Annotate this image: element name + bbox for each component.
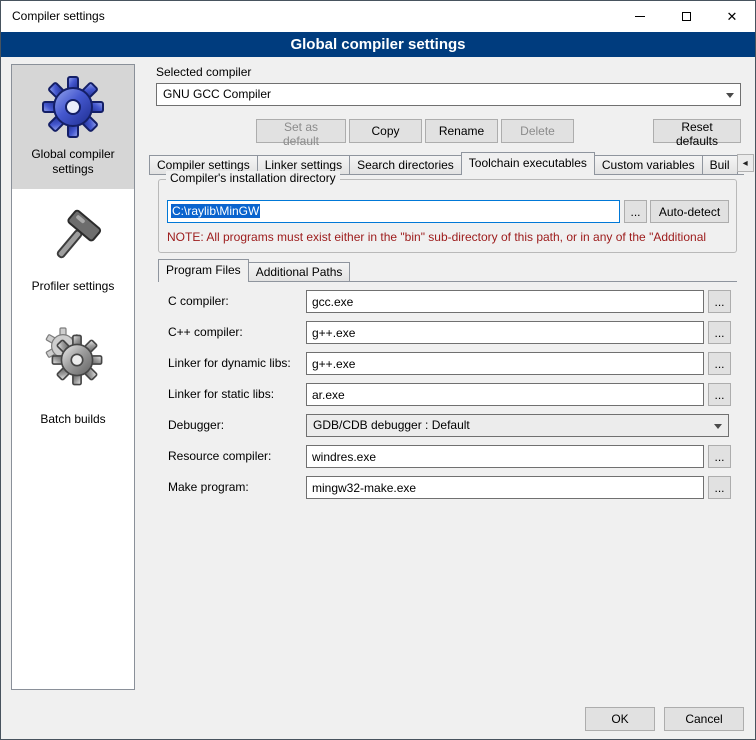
field-row-dynamic-linker: Linker for dynamic libs: ... (168, 352, 729, 375)
maximize-icon (682, 12, 691, 21)
c-compiler-browse-button[interactable]: ... (708, 290, 731, 313)
copy-button[interactable]: Copy (349, 119, 422, 143)
program-files-tabstrip: Program Files Additional Paths (158, 259, 349, 282)
main-panel: Selected compiler GNU GCC Compiler Set a… (146, 63, 747, 699)
window-controls: ✕ (617, 1, 755, 32)
field-row-make-program: Make program: ... (168, 476, 729, 499)
debugger-value: GDB/CDB debugger : Default (313, 418, 470, 432)
static-linker-input[interactable] (306, 383, 704, 406)
install-dir-browse-button[interactable]: ... (624, 200, 647, 223)
ok-button[interactable]: OK (585, 707, 655, 731)
gray-gears-icon (41, 324, 105, 388)
close-button[interactable]: ✕ (709, 1, 755, 32)
auto-detect-button[interactable]: Auto-detect (650, 200, 729, 223)
install-dir-row: C:\raylib\MinGW ... Auto-detect (167, 200, 728, 223)
hammer-icon (41, 207, 105, 271)
selected-compiler-label: Selected compiler (156, 65, 251, 79)
tab-scroll-left-button[interactable]: ◂ (737, 154, 754, 172)
field-row-debugger: Debugger: GDB/CDB debugger : Default (168, 414, 729, 437)
c-compiler-input[interactable] (306, 290, 704, 313)
cpp-compiler-input[interactable] (306, 321, 704, 344)
tab-program-files[interactable]: Program Files (158, 259, 249, 282)
sidebar-item-global-compiler-settings[interactable]: Global compiler settings (12, 65, 134, 189)
install-dir-group-title: Compiler's installation directory (166, 171, 340, 185)
field-label: C compiler: (168, 290, 229, 313)
sidebar-item-label: Global compiler settings (14, 147, 132, 177)
install-dir-note: NOTE: All programs must exist either in … (167, 230, 706, 244)
triangle-left-icon: ◂ (743, 158, 748, 169)
resource-compiler-input[interactable] (306, 445, 704, 468)
rename-button[interactable]: Rename (425, 119, 498, 143)
settings-category-list: Global compiler settings Profiler settin… (11, 64, 135, 690)
field-row-cpp-compiler: C++ compiler: ... (168, 321, 729, 344)
field-label: Make program: (168, 476, 249, 499)
compiler-settings-dialog: Compiler settings ✕ Global compiler sett… (0, 0, 756, 740)
sidebar-item-profiler-settings[interactable]: Profiler settings (12, 197, 134, 306)
dialog-footer: OK Cancel (585, 707, 744, 731)
install-dir-groupbox: C:\raylib\MinGW ... Auto-detect NOTE: Al… (158, 179, 737, 253)
install-dir-input[interactable]: C:\raylib\MinGW (167, 200, 620, 223)
set-as-default-button[interactable]: Set as default (256, 119, 346, 143)
dropdown-arrow-icon (714, 424, 722, 429)
sidebar-item-label: Profiler settings (14, 279, 132, 294)
field-row-resource-compiler: Resource compiler: ... (168, 445, 729, 468)
maximize-button[interactable] (663, 1, 709, 32)
selected-compiler-value: GNU GCC Compiler (163, 87, 271, 101)
field-label: C++ compiler: (168, 321, 243, 344)
field-label: Linker for static libs: (168, 383, 274, 406)
resource-compiler-browse-button[interactable]: ... (708, 445, 731, 468)
make-program-browse-button[interactable]: ... (708, 476, 731, 499)
tab-additional-paths[interactable]: Additional Paths (248, 262, 351, 282)
sidebar-item-batch-builds[interactable]: Batch builds (12, 314, 134, 439)
install-dir-selected-text: C:\raylib\MinGW (171, 204, 260, 218)
delete-button[interactable]: Delete (501, 119, 574, 143)
make-program-input[interactable] (306, 476, 704, 499)
field-row-static-linker: Linker for static libs: ... (168, 383, 729, 406)
blue-gear-icon (41, 75, 105, 139)
cpp-compiler-browse-button[interactable]: ... (708, 321, 731, 344)
sidebar-item-label: Batch builds (14, 412, 132, 427)
field-label: Debugger: (168, 414, 224, 437)
reset-defaults-button[interactable]: Reset defaults (653, 119, 741, 143)
tab-scrollers: ◂ ▸ (737, 154, 756, 172)
debugger-combobox[interactable]: GDB/CDB debugger : Default (306, 414, 729, 437)
window-title: Compiler settings (12, 1, 105, 32)
groupbox-title-wrap: Compiler's installation directory (158, 171, 737, 187)
field-label: Resource compiler: (168, 445, 271, 468)
static-linker-browse-button[interactable]: ... (708, 383, 731, 406)
page-title: Global compiler settings (1, 32, 755, 57)
cancel-button[interactable]: Cancel (664, 707, 744, 731)
title-bar[interactable]: Compiler settings ✕ (1, 1, 755, 32)
field-label: Linker for dynamic libs: (168, 352, 291, 375)
field-row-c-compiler: C compiler: ... (168, 290, 729, 313)
dropdown-arrow-icon (726, 93, 734, 98)
dynamic-linker-browse-button[interactable]: ... (708, 352, 731, 375)
minimize-icon (635, 16, 645, 17)
close-icon: ✕ (727, 9, 738, 25)
minimize-button[interactable] (617, 1, 663, 32)
dynamic-linker-input[interactable] (306, 352, 704, 375)
selected-compiler-combobox[interactable]: GNU GCC Compiler (156, 83, 741, 106)
compiler-buttons-row: Set as default Copy Rename Delete Reset … (156, 119, 741, 143)
